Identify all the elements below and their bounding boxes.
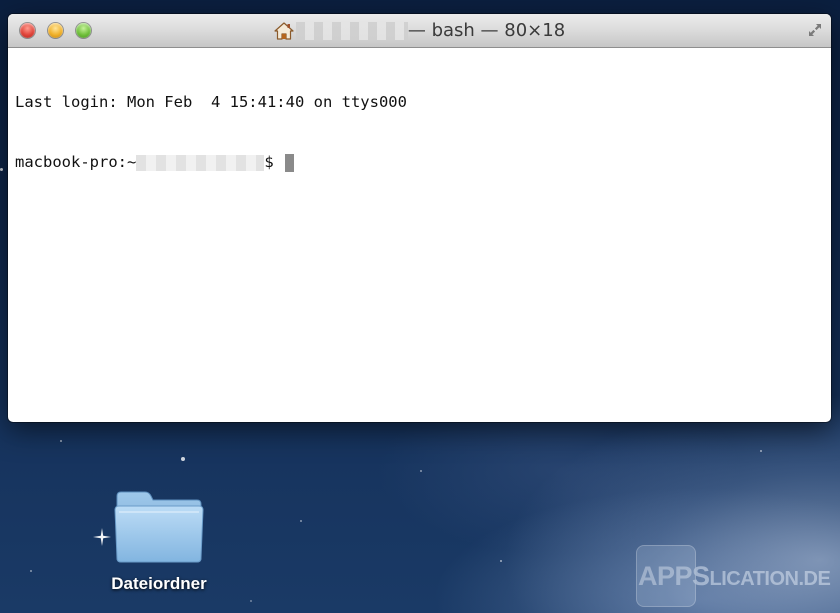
prompt-host: macbook-pro:~ xyxy=(15,153,137,171)
home-icon xyxy=(274,22,294,40)
star xyxy=(30,570,32,572)
redacted-username xyxy=(295,22,408,40)
watermark-suffix: LICATION.DE xyxy=(709,568,831,590)
window-title-text: — bash — 80×18 xyxy=(407,20,566,41)
folder-icon[interactable] xyxy=(111,488,207,564)
star xyxy=(760,450,762,452)
window-title: — bash — 80×18 xyxy=(8,21,831,41)
star xyxy=(420,470,422,472)
desktop-folder[interactable]: Dateiordner xyxy=(104,488,214,594)
terminal-window[interactable]: — bash — 80×18 Last login: Mon Feb 4 15:… xyxy=(8,14,831,422)
prompt-line[interactable]: macbook-pro:~ $ xyxy=(15,152,824,172)
star xyxy=(181,457,185,461)
folder-label[interactable]: Dateiordner xyxy=(104,574,214,594)
watermark-text: APPSLICATION.DE xyxy=(638,561,831,592)
star xyxy=(500,560,502,562)
prompt-symbol: $ xyxy=(264,153,274,171)
fullscreen-icon[interactable] xyxy=(807,22,823,38)
redacted-prompt-user xyxy=(136,154,265,171)
last-login-line: Last login: Mon Feb 4 15:41:40 on ttys00… xyxy=(15,93,407,111)
title-bar[interactable]: — bash — 80×18 xyxy=(8,14,831,48)
star xyxy=(0,168,3,171)
watermark-prefix: APPS xyxy=(638,561,710,591)
star xyxy=(300,520,302,522)
text-cursor xyxy=(285,153,295,172)
star xyxy=(250,600,252,602)
terminal-output[interactable]: Last login: Mon Feb 4 15:41:40 on ttys00… xyxy=(8,48,831,422)
star xyxy=(60,440,62,442)
watermark-logo: APPSLICATION.DE xyxy=(636,545,836,607)
